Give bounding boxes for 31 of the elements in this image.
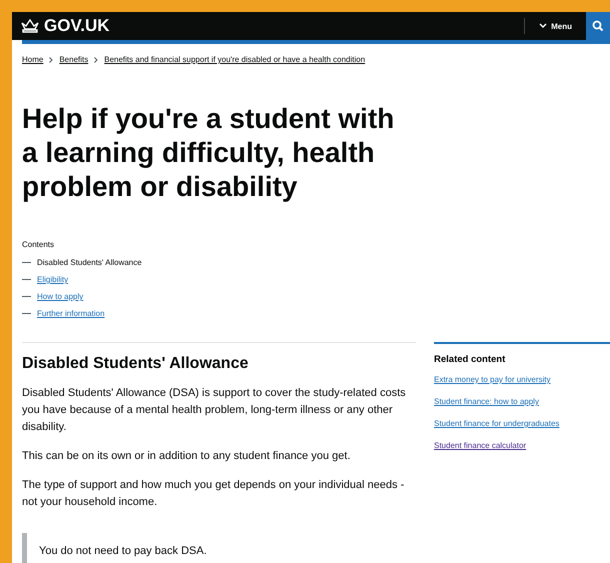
dash-icon: [22, 296, 31, 297]
paragraph: Disabled Students' Allowance (DSA) is support to cover the study-related costs you have because of a mental health problem, long-term illness or any other disability.: [22, 386, 407, 435]
dash-icon: [22, 262, 31, 263]
search-icon: [592, 20, 604, 32]
section-heading: Disabled Students' Allowance: [22, 355, 250, 373]
chevron-icon: [94, 56, 98, 62]
breadcrumb-link[interactable]: Benefits and financial support if you're disabled or have a health condition: [104, 55, 366, 64]
chevron-down-icon: [539, 23, 548, 29]
related-link[interactable]: Student finance calculator: [434, 441, 610, 450]
contents-heading: Contents: [22, 240, 56, 249]
search-button[interactable]: [586, 12, 610, 40]
chevron-icon: [49, 56, 54, 62]
breadcrumb-link[interactable]: Home: [22, 55, 44, 64]
contents-link[interactable]: How to apply: [37, 292, 84, 301]
contents-link[interactable]: Further information: [37, 309, 105, 318]
inset-text: You do not need to pay back DSA.: [22, 533, 416, 563]
contents-link[interactable]: Eligibility: [37, 275, 68, 284]
crown-icon: [20, 19, 40, 33]
related-link[interactable]: Extra money to pay for university: [434, 375, 610, 384]
paragraph: This can be on its own or in addition to any student finance you get.: [22, 449, 352, 464]
related-heading: Related content: [434, 354, 506, 365]
page-title: Help if you're a student with a learning difficulty, health problem or disability: [22, 102, 396, 204]
breadcrumb-link[interactable]: Benefits: [59, 55, 88, 64]
dash-icon: [22, 279, 31, 280]
dash-icon: [22, 313, 31, 314]
menu-button[interactable]: Menu: [525, 22, 586, 30]
paragraph: The type of support and how much you get depends on your individual needs - not your household income.: [22, 478, 406, 510]
related-link[interactable]: Student finance for undergraduates: [434, 419, 610, 428]
contents-item[interactable]: Disabled Students' Allowance: [37, 258, 142, 267]
related-link[interactable]: Student finance: how to apply: [434, 397, 610, 406]
site-logo[interactable]: GOV.UK: [20, 16, 110, 36]
